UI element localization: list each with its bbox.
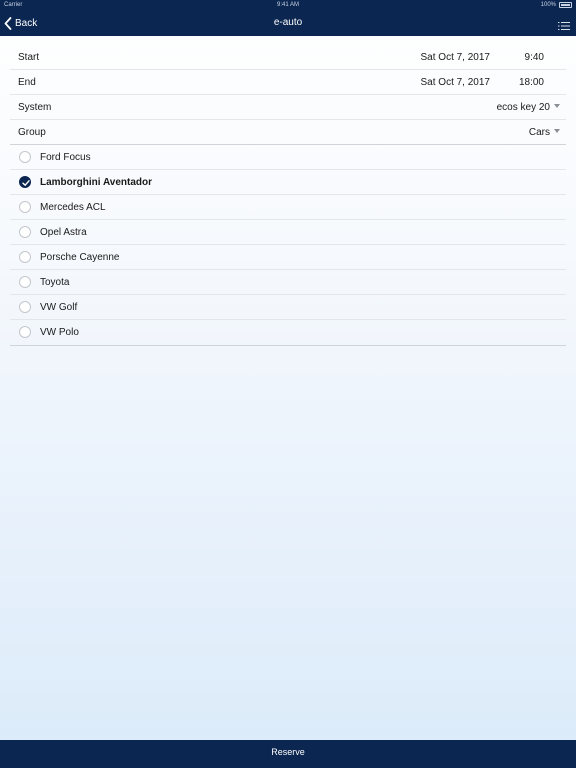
battery-icon	[559, 2, 572, 8]
radio-unchecked-icon[interactable]	[19, 226, 31, 238]
chevron-down-icon	[554, 129, 560, 133]
status-bar: Carrier 9:41 AM 100%	[0, 0, 576, 10]
radio-checked-icon[interactable]	[19, 176, 31, 188]
car-option-label: Mercedes ACL	[40, 201, 106, 213]
system-row: System ecos key 20	[10, 95, 566, 120]
nav-bar: Back e-auto	[0, 10, 576, 36]
car-option[interactable]: Lamborghini Aventador	[10, 170, 566, 195]
car-option-label: Porsche Cayenne	[40, 251, 120, 263]
car-option-label: Opel Astra	[40, 226, 87, 238]
car-option-label: Toyota	[40, 276, 70, 288]
list-icon[interactable]	[558, 18, 570, 30]
system-select[interactable]: ecos key 20	[497, 102, 560, 113]
car-option-label: VW Golf	[40, 301, 78, 313]
car-list: Ford Focus Lamborghini Aventador Mercedes …	[10, 145, 566, 346]
car-option-label: Lamborghini Aventador	[40, 176, 153, 188]
chevron-down-icon	[554, 104, 560, 108]
status-time: 9:41 AM	[276, 2, 299, 8]
end-time[interactable]: 18:00	[519, 77, 544, 88]
end-date[interactable]: Sat Oct 7, 2017	[421, 77, 491, 88]
start-time[interactable]: 9:40	[525, 52, 544, 63]
car-option[interactable]: Mercedes ACL	[10, 195, 566, 220]
start-row: Start Sat Oct 7, 2017 9:40	[10, 45, 566, 70]
group-label: Group	[18, 126, 46, 138]
chevron-left-icon	[4, 16, 12, 30]
system-label: System	[18, 101, 52, 113]
radio-unchecked-icon[interactable]	[19, 251, 31, 263]
start-label: Start	[18, 51, 40, 63]
page-title: e-auto	[273, 17, 303, 28]
group-value: Cars	[528, 126, 550, 138]
battery-status: 100%	[541, 0, 572, 10]
radio-unchecked-icon[interactable]	[19, 151, 31, 163]
radio-unchecked-icon[interactable]	[19, 301, 31, 313]
end-label: End	[18, 76, 36, 88]
back-label: Back	[15, 17, 38, 29]
car-option[interactable]: VW Polo	[10, 320, 566, 345]
reservation-form: Start Sat Oct 7, 2017 9:40 End Sat Oct 7…	[10, 45, 566, 346]
end-row: End Sat Oct 7, 2017 18:00	[10, 70, 566, 95]
car-option-label: VW Polo	[40, 327, 79, 338]
car-option[interactable]: Ford Focus	[10, 145, 566, 170]
car-option[interactable]: Opel Astra	[10, 220, 566, 245]
battery-percent: 100%	[540, 2, 556, 8]
system-value: ecos key 20	[496, 101, 550, 113]
radio-unchecked-icon[interactable]	[19, 201, 31, 213]
group-row: Group Cars	[10, 120, 566, 145]
car-option[interactable]: Toyota	[10, 270, 566, 295]
reserve-button[interactable]: Reserve	[0, 740, 576, 768]
car-option[interactable]: Porsche Cayenne	[10, 245, 566, 270]
radio-unchecked-icon[interactable]	[19, 276, 31, 288]
back-button[interactable]: Back	[4, 10, 37, 36]
car-option-label: Ford Focus	[40, 151, 91, 163]
start-date[interactable]: Sat Oct 7, 2017	[421, 52, 491, 63]
radio-unchecked-icon[interactable]	[19, 326, 31, 338]
car-option[interactable]: VW Golf	[10, 295, 566, 320]
group-select[interactable]: Cars	[529, 127, 560, 138]
